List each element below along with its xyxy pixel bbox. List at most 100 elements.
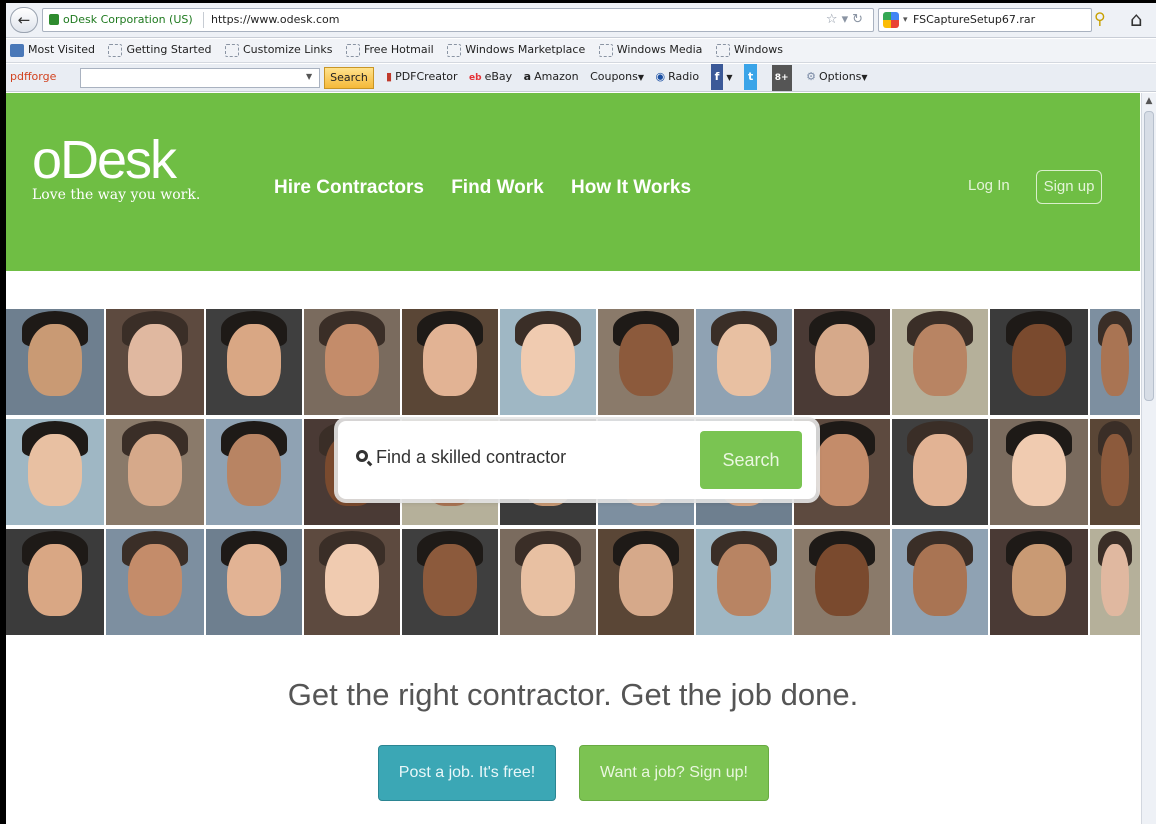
chevron-down-icon[interactable]: ▾ [903,9,908,31]
toolbar-item-label: Options [818,70,862,83]
signup-button[interactable]: Sign up [1036,170,1102,204]
bookmark-label: Free Hotmail [364,43,434,56]
address-bar[interactable]: oDesk Corporation (US) https://www.odesk… [42,8,874,32]
site-identity[interactable]: oDesk Corporation (US) [63,9,193,31]
face-shape [619,323,673,396]
lock-icon [49,14,59,25]
bookmark-free-hotmail[interactable]: Free Hotmail [342,39,434,61]
face-shape [815,323,869,396]
toolbar-twitter[interactable]: t [744,64,760,90]
bookmark-getting-started[interactable]: Getting Started [104,39,212,61]
contractor-photo [304,309,400,415]
url-text[interactable]: https://www.odesk.com [211,9,339,31]
logo-wordmark: oDesk [32,130,177,190]
back-button[interactable]: ← [10,7,38,33]
toolbar-amazon[interactable]: a Amazon [524,64,579,90]
toolbar-item-label: Radio [668,70,700,83]
contractor-photo [206,309,302,415]
googleplus-icon: 8+ [771,65,792,91]
bookmark-windows-media[interactable]: Windows Media [595,39,703,61]
face-shape [227,433,281,506]
toolbar-radio[interactable]: ◉ Radio [656,64,700,90]
want-job-button[interactable]: Want a job? Sign up! [579,745,769,801]
pdfforge-search-button[interactable]: Search [324,67,374,89]
contractor-photo [1090,419,1140,525]
contractor-photo [500,529,596,635]
face-shape [815,543,869,616]
face-shape [717,543,771,616]
vertical-scrollbar[interactable]: ▲ [1141,93,1156,824]
face-shape [619,543,673,616]
page-icon [598,43,613,57]
face-shape [1101,323,1129,396]
chevron-down-icon: ▼ [637,73,645,82]
contractor-photo [598,529,694,635]
amazon-icon: a [523,70,532,83]
bookmark-star-icon[interactable]: ☆▾↻ [826,9,867,31]
scroll-thumb[interactable] [1144,111,1154,401]
contractor-photo [106,419,204,525]
toolbar-facebook[interactable]: f ▼ [710,64,733,91]
face-shape [423,543,477,616]
odesk-logo[interactable]: oDesk Love the way you work. [32,133,200,203]
pdfforge-logo[interactable]: pdfforge [10,64,56,90]
pdf-icon: ▮ [386,70,393,83]
contractor-search-input[interactable]: Find a skilled contractor [376,447,566,468]
pdfforge-search-input[interactable] [80,68,320,88]
contractor-photo [990,529,1088,635]
contractor-photo [6,529,104,635]
contractor-photo [206,529,302,635]
scroll-up-icon[interactable]: ▲ [1143,95,1155,107]
navigation-bar: ← oDesk Corporation (US) https://www.ode… [6,3,1156,38]
search-engine-icon[interactable] [883,12,899,28]
toolbar-options[interactable]: ⚙ Options▼ [806,64,867,91]
contractor-photo [990,309,1088,415]
contractor-photo [106,309,204,415]
contractor-photo [1090,309,1140,415]
toolbar-coupons[interactable]: Coupons▼ [590,64,644,91]
browser-search-value[interactable]: FSCaptureSetup67.rar [913,9,1035,31]
bookmark-label: Most Visited [28,43,95,56]
face-shape [1011,543,1067,616]
bookmark-most-visited[interactable]: Most Visited [6,39,95,61]
face-shape [815,433,869,506]
post-job-button[interactable]: Post a job. It's free! [378,745,556,801]
chevron-down-icon[interactable]: ▼ [306,64,312,90]
contractor-photo [892,309,988,415]
bookmark-customize-links[interactable]: Customize Links [221,39,333,61]
bookmark-label: Windows Media [616,43,703,56]
toolbar-items: ▮ PDFCreator eb eBay a Amazon Coupons▼ ◉ Rad… [386,64,876,91]
search-button[interactable]: Search [700,431,802,489]
contractor-photo [106,529,204,635]
bookmark-windows-marketplace[interactable]: Windows Marketplace [443,39,585,61]
face-shape [1011,323,1067,396]
face-shape [521,543,575,616]
face-shape [717,323,771,396]
toolbar-ebay[interactable]: eb eBay [469,64,512,91]
contractor-photo [892,529,988,635]
bookmark-label: Windows Marketplace [465,43,586,56]
contractor-photo [6,419,104,525]
contractor-photo [696,309,792,415]
face-shape [27,543,83,616]
nav-how-it-works[interactable]: How It Works [571,177,691,198]
web-page: oDesk Love the way you work. Hire Contra… [6,93,1140,824]
face-shape [27,433,83,506]
face-shape [325,323,379,396]
toolbar-googleplus[interactable]: 8+ [771,64,795,91]
contractor-photo [402,309,498,415]
home-icon[interactable]: ⌂ [1130,7,1143,31]
nav-hire-contractors[interactable]: Hire Contractors [274,177,424,198]
radio-icon: ◉ [655,70,666,83]
login-link[interactable]: Log In [968,177,1010,194]
bookmark-label: Customize Links [243,43,333,56]
search-go-icon[interactable]: ⚲ [1094,9,1106,28]
toolbar-item-label: Amazon [534,70,579,83]
face-shape [913,433,967,506]
browser-search-input[interactable]: ▾ FSCaptureSetup67.rar [878,8,1092,32]
face-shape [1101,543,1129,616]
bookmark-windows[interactable]: Windows [712,39,783,61]
toolbar-pdfcreator[interactable]: ▮ PDFCreator [386,64,458,90]
nav-find-work[interactable]: Find Work [451,177,544,198]
address-divider [203,12,204,28]
